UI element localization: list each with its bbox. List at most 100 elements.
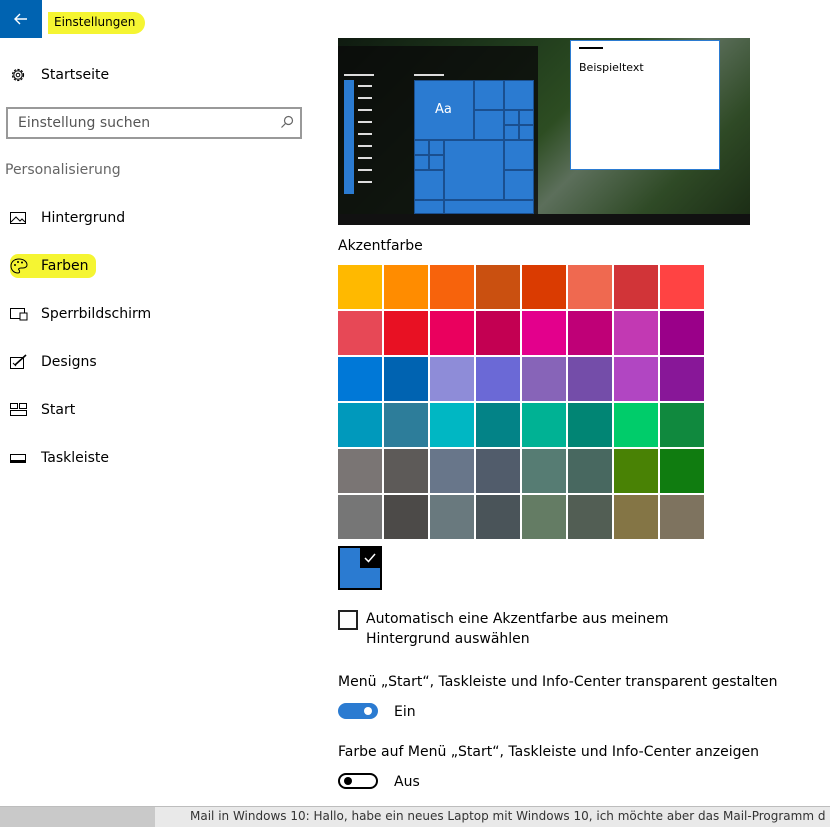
checkmark-icon	[360, 548, 380, 568]
transparency-toggle[interactable]	[338, 703, 378, 719]
preview-taskbar	[338, 214, 750, 225]
accent-swatch[interactable]	[430, 495, 474, 539]
accent-swatch[interactable]	[430, 265, 474, 309]
taskbar-icon	[10, 449, 32, 467]
show-color-toggle[interactable]	[338, 773, 378, 789]
nav-home[interactable]: Startseite	[10, 64, 109, 86]
search-box[interactable]	[6, 107, 302, 139]
accent-swatch[interactable]	[476, 495, 520, 539]
preview-window: Beispieltext	[570, 40, 720, 170]
accent-swatch[interactable]	[614, 449, 658, 493]
sidebar-item-label: Designs	[41, 354, 97, 370]
toggle-knob	[344, 777, 352, 785]
gear-icon	[11, 68, 25, 82]
accent-swatch[interactable]	[476, 449, 520, 493]
accent-swatch[interactable]	[476, 403, 520, 447]
arrow-left-icon	[14, 13, 27, 25]
accent-swatch[interactable]	[430, 311, 474, 355]
accent-swatch[interactable]	[522, 495, 566, 539]
back-button[interactable]	[0, 0, 42, 38]
accent-color-title: Akzentfarbe	[338, 238, 423, 254]
accent-swatch[interactable]	[476, 311, 520, 355]
sidebar-item-designs[interactable]: Designs	[10, 350, 97, 374]
accent-swatch[interactable]	[338, 449, 382, 493]
accent-swatch[interactable]	[614, 357, 658, 401]
accent-swatch[interactable]	[384, 449, 428, 493]
accent-swatch[interactable]	[430, 403, 474, 447]
sidebar-item-farben[interactable]: Farben	[10, 254, 97, 278]
search-input[interactable]	[8, 109, 278, 137]
nav-home-label: Startseite	[41, 67, 110, 83]
accent-swatch[interactable]	[568, 403, 612, 447]
accent-swatch[interactable]	[384, 357, 428, 401]
picture-icon	[10, 209, 32, 227]
accent-swatch[interactable]	[568, 449, 612, 493]
accent-swatch[interactable]	[660, 357, 704, 401]
custom-color-swatch[interactable]	[338, 546, 382, 590]
accent-swatch[interactable]	[430, 449, 474, 493]
show-color-title: Farbe auf Menü „Start“, Taskleiste und I…	[338, 744, 759, 760]
palette-icon	[10, 257, 32, 275]
accent-swatch[interactable]	[338, 495, 382, 539]
accent-swatch[interactable]	[384, 311, 428, 355]
accent-swatch[interactable]	[476, 265, 520, 309]
accent-swatch[interactable]	[384, 495, 428, 539]
preview-window-titlebar	[579, 47, 603, 49]
accent-swatch[interactable]	[522, 265, 566, 309]
search-icon[interactable]	[280, 115, 294, 129]
accent-swatch[interactable]	[522, 403, 566, 447]
accent-swatch[interactable]	[660, 403, 704, 447]
accent-swatch[interactable]	[660, 311, 704, 355]
accent-swatch[interactable]	[384, 403, 428, 447]
auto-accent-label: Automatisch eine Akzentfarbe aus meinem …	[366, 611, 669, 647]
lock-screen-icon	[10, 305, 32, 323]
app-title: Einstellungen	[48, 12, 146, 34]
accent-swatch[interactable]	[660, 495, 704, 539]
accent-swatch[interactable]	[476, 357, 520, 401]
sidebar-item-label: Taskleiste	[41, 450, 110, 466]
accent-swatch[interactable]	[614, 311, 658, 355]
start-tiles-icon	[10, 401, 32, 419]
accent-swatch[interactable]	[338, 403, 382, 447]
preview-tiles: Aa	[414, 80, 534, 214]
background-window: Mail in Windows 10: Hallo, habe ein neue…	[0, 806, 830, 827]
accent-swatch[interactable]	[660, 449, 704, 493]
theme-preview: Aa Beispieltext	[338, 38, 750, 225]
accent-swatch[interactable]	[522, 449, 566, 493]
background-window-sidebar	[0, 807, 155, 827]
transparency-state: Ein	[394, 704, 416, 720]
auto-accent-checkbox[interactable]	[338, 610, 358, 630]
accent-swatch[interactable]	[568, 357, 612, 401]
preview-tile-label: Aa	[435, 102, 452, 117]
sidebar-item-hintergrund[interactable]: Hintergrund	[10, 206, 125, 230]
accent-swatch[interactable]	[430, 357, 474, 401]
sidebar-item-sperrbildschirm[interactable]: Sperrbildschirm	[10, 302, 151, 326]
accent-swatch[interactable]	[568, 311, 612, 355]
accent-color-grid	[338, 265, 704, 539]
toggle-knob	[364, 707, 372, 715]
sidebar-item-start[interactable]: Start	[10, 398, 75, 422]
accent-swatch[interactable]	[614, 403, 658, 447]
accent-swatch[interactable]	[338, 311, 382, 355]
preview-sample-text: Beispieltext	[579, 61, 644, 74]
accent-swatch[interactable]	[522, 311, 566, 355]
accent-swatch[interactable]	[568, 265, 612, 309]
sidebar-item-label: Hintergrund	[41, 210, 126, 226]
transparency-title: Menü „Start“, Taskleiste und Info-Center…	[338, 674, 778, 690]
accent-swatch[interactable]	[568, 495, 612, 539]
brush-icon	[10, 353, 32, 371]
accent-swatch[interactable]	[660, 265, 704, 309]
background-window-text: Mail in Windows 10: Hallo, habe ein neue…	[190, 809, 826, 823]
sidebar-item-taskleiste[interactable]: Taskleiste	[10, 446, 109, 470]
accent-swatch[interactable]	[614, 265, 658, 309]
accent-swatch[interactable]	[384, 265, 428, 309]
show-color-state: Aus	[394, 774, 420, 790]
accent-swatch[interactable]	[338, 265, 382, 309]
sidebar-item-label: Sperrbildschirm	[41, 306, 152, 322]
sidebar-item-label: Start	[41, 402, 76, 418]
accent-swatch[interactable]	[338, 357, 382, 401]
accent-swatch[interactable]	[614, 495, 658, 539]
section-title: Personalisierung	[5, 162, 121, 178]
accent-swatch[interactable]	[522, 357, 566, 401]
sidebar-item-label: Farben	[41, 258, 89, 274]
